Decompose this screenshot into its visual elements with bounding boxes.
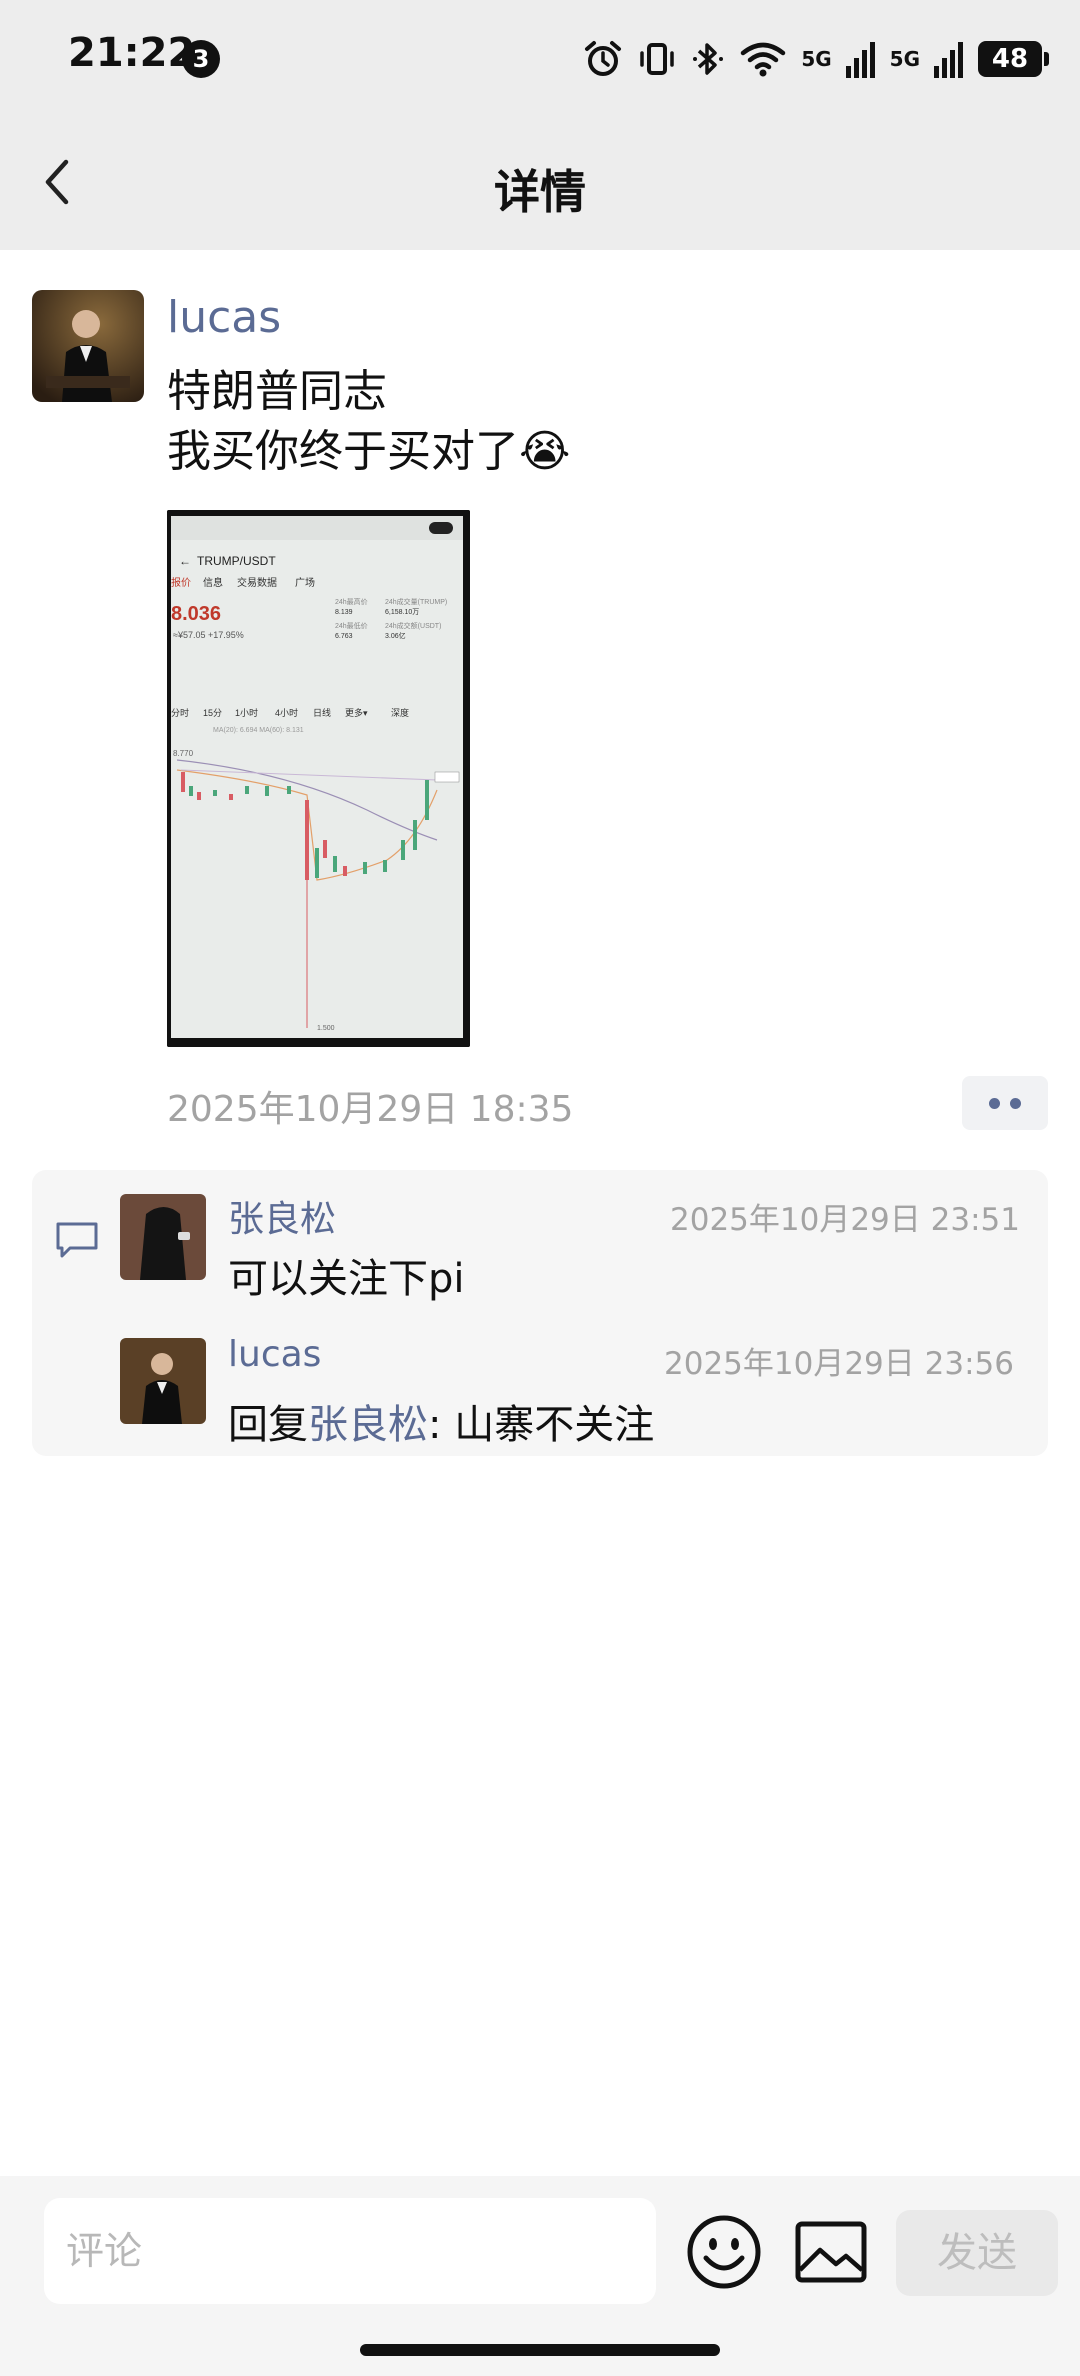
detail-screen: 21:22 3 5G 5G 48 详情 lucas 特朗普同志 我买你终于买对了… xyxy=(0,0,1080,2376)
home-indicator[interactable] xyxy=(360,2344,720,2356)
comment-bubble-icon xyxy=(56,1222,98,1258)
notification-badge: 3 xyxy=(182,40,220,78)
comments-panel: 张良松 2025年10月29日 23:51 可以关注下pi lucas 2025… xyxy=(32,1170,1048,1456)
comment-text[interactable]: 回复张良松: 山寨不关注 xyxy=(228,1392,654,1450)
image-stat-label-3: 24h成交额(USDT) xyxy=(385,621,441,630)
comment-avatar[interactable] xyxy=(120,1338,206,1424)
bluetooth-icon xyxy=(693,43,724,75)
image-interval-6: 深度 xyxy=(391,707,409,718)
post-image[interactable]: ← TRUMP/USDT 报价 信息 交易数据 广场 8.036 ≈¥57.05… xyxy=(167,510,470,1047)
post-text: 特朗普同志 我买你终于买对了😭 xyxy=(167,366,571,477)
battery-level: 48 xyxy=(991,44,1029,74)
image-low-label: 1.500 xyxy=(317,1025,335,1032)
wifi-icon xyxy=(741,42,786,77)
reply-body: : 山寨不关注 xyxy=(428,1402,655,1448)
alarm-icon xyxy=(585,41,622,76)
image-icon[interactable] xyxy=(794,2220,868,2284)
image-interval-1: 15分 xyxy=(203,708,222,718)
image-price: 8.036 xyxy=(171,603,221,625)
top-bar: 21:22 3 5G 5G 48 详情 xyxy=(0,0,1080,250)
signal-icon-2 xyxy=(934,42,963,78)
comment-author[interactable]: 张良松 xyxy=(228,1190,336,1242)
reply-prefix: 回复 xyxy=(228,1402,308,1448)
vibrate-icon xyxy=(640,43,675,75)
avatar-image xyxy=(120,1338,206,1424)
status-icons: 5G 5G 48 xyxy=(583,34,1049,84)
image-stat-value-2: 6.763 xyxy=(335,633,353,640)
image-interval-4: 日线 xyxy=(313,707,331,718)
comment-input[interactable] xyxy=(44,2198,656,2304)
comment-text[interactable]: 可以关注下pi xyxy=(228,1246,465,1304)
image-stat-value-1: 6,158.10万 xyxy=(385,608,419,616)
more-dots-icon xyxy=(1010,1097,1021,1109)
image-stat-label-0: 24h最高价 xyxy=(335,597,368,606)
status-bar: 21:22 3 5G 5G 48 xyxy=(0,0,1080,120)
image-tab-1: 信息 xyxy=(203,576,223,589)
image-interval-5: 更多▾ xyxy=(345,707,368,718)
header: 详情 xyxy=(0,120,1080,250)
image-interval-0: 分时 xyxy=(171,707,189,718)
chart-symbol: TRUMP/USDT xyxy=(197,554,276,568)
image-interval-3: 4小时 xyxy=(275,707,298,718)
signal-icon xyxy=(845,42,875,78)
post-timestamp: 2025年10月29日 18:35 xyxy=(167,1089,574,1130)
image-stat-label-2: 24h最低价 xyxy=(335,621,368,630)
more-button[interactable] xyxy=(962,1076,1048,1130)
comment-composer: 发送 xyxy=(0,2176,1080,2376)
network-label-2: 5G xyxy=(889,47,920,71)
post-author-name[interactable]: lucas xyxy=(167,292,281,343)
svg-text:←: ← xyxy=(179,554,191,568)
comment-time: 2025年10月29日 23:51 xyxy=(670,1202,1020,1238)
image-interval-2: 1小时 xyxy=(235,707,258,718)
image-stat-value-3: 3.06亿 xyxy=(385,631,406,640)
more-dots-icon xyxy=(989,1097,1000,1109)
comment-avatar[interactable] xyxy=(120,1194,206,1280)
image-tab-0: 报价 xyxy=(171,576,191,589)
battery-indicator: 48 xyxy=(978,41,1049,77)
comment-time: 2025年10月29日 23:56 xyxy=(664,1346,1014,1382)
image-tab-2: 交易数据 xyxy=(237,576,277,589)
post-author-avatar[interactable] xyxy=(32,290,144,402)
comment-author[interactable]: lucas xyxy=(228,1334,321,1375)
network-label-1: 5G xyxy=(801,47,832,71)
image-left-label: 8.770 xyxy=(173,749,194,758)
page-title: 详情 xyxy=(494,165,586,219)
status-time: 21:22 xyxy=(68,30,196,76)
trading-screenshot: ← TRUMP/USDT 报价 信息 交易数据 广场 8.036 ≈¥57.05… xyxy=(167,510,470,1047)
image-ma-line: MA(20): 6.694 MA(60): 8.131 xyxy=(213,727,304,734)
emoji-icon[interactable] xyxy=(686,2214,762,2290)
image-stat-value-0: 8.139 xyxy=(335,609,353,616)
image-sub-price: ≈¥57.05 +17.95% xyxy=(173,630,244,640)
image-tab-3: 广场 xyxy=(295,576,315,589)
image-stat-label-1: 24h成交量(TRUMP) xyxy=(385,597,447,606)
reply-mention[interactable]: 张良松 xyxy=(308,1402,428,1448)
avatar-image xyxy=(32,290,144,402)
send-button[interactable]: 发送 xyxy=(896,2210,1058,2296)
avatar-image xyxy=(120,1194,206,1280)
